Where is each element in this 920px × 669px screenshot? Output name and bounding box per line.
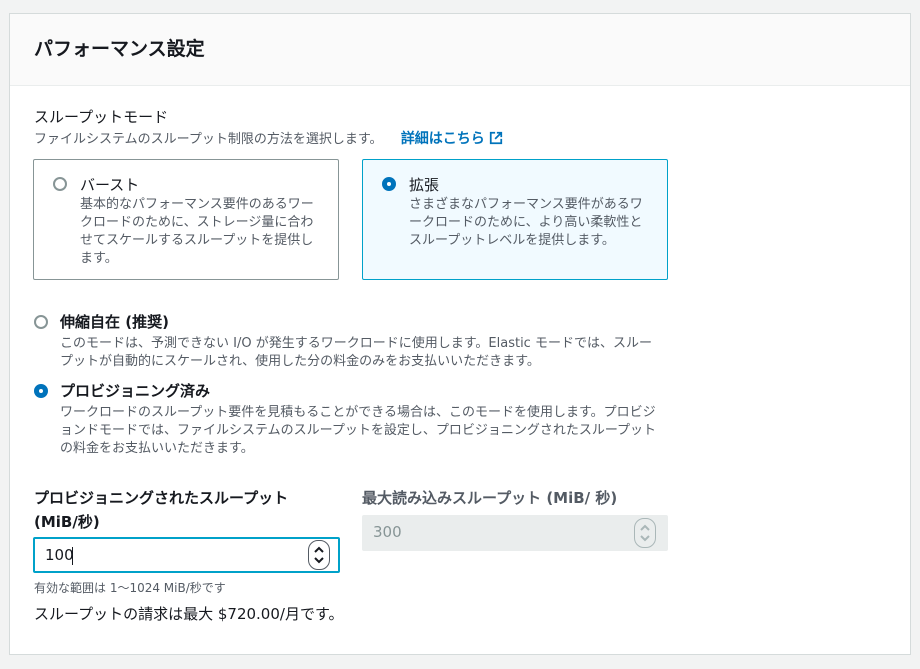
burst-title: バースト xyxy=(80,176,140,194)
elastic-title[interactable]: 伸縮自在 (推奨) xyxy=(60,311,169,332)
max-read-throughput-label: 最大読み込みスループット (MiB/ 秒) xyxy=(362,489,618,507)
chevron-up-icon xyxy=(640,524,650,531)
provisioned-throughput-label-line2: (MiB/秒) xyxy=(34,513,100,531)
enhanced-title: 拡張 xyxy=(409,176,440,194)
provisioned-throughput-stepper[interactable] xyxy=(308,540,330,570)
chevron-down-icon xyxy=(640,535,650,542)
chevron-down-icon[interactable] xyxy=(313,555,325,565)
provisioned-title[interactable]: プロビジョニング済み xyxy=(60,380,210,401)
provisioned-radio[interactable] xyxy=(34,384,48,398)
provisioned-throughput-value: 100 xyxy=(45,546,74,564)
throughput-tile-enhanced[interactable]: 拡張 さまざまなパフォーマンス要件があるワークロードのために、より高い柔軟性とス… xyxy=(362,159,668,280)
throughput-mode-description: ファイルシステムのスループット制限の方法を選択します。 詳細はこちら xyxy=(34,130,503,149)
enhanced-radio[interactable] xyxy=(382,177,396,191)
throughput-mode-label: スループットモード xyxy=(34,108,169,126)
billing-estimate: スループットの請求は最大 $720.00/月です。 xyxy=(34,605,344,623)
provisioned-description: ワークロードのスループット要件を見積もることができる場合は、このモードを使用しま… xyxy=(60,405,657,456)
elastic-radio[interactable] xyxy=(34,315,48,329)
panel-title: パフォーマンス設定 xyxy=(34,38,205,60)
provisioned-throughput-label-line1: プロビジョニングされたスループット xyxy=(34,489,289,507)
provisioned-throughput-input[interactable]: 100 xyxy=(33,537,340,573)
burst-radio[interactable] xyxy=(53,177,67,191)
learn-more-link-label: 詳細はこちら xyxy=(400,131,485,147)
elastic-description: このモードは、予測できない I/O が発生するワークロードに使用します。Elas… xyxy=(60,336,652,369)
chevron-up-icon[interactable] xyxy=(313,545,325,555)
burst-description: 基本的なパフォーマンス要件のあるワークロードのために、ストレージ量に合わせてスケ… xyxy=(80,197,314,266)
max-read-throughput-stepper xyxy=(634,518,656,548)
max-read-throughput-input: 300 xyxy=(362,515,668,551)
learn-more-link[interactable]: 詳細はこちら xyxy=(401,131,503,147)
throughput-mode-description-text: ファイルシステムのスループット制限の方法を選択します。 xyxy=(34,132,383,147)
max-read-throughput-value: 300 xyxy=(373,523,402,541)
provisioned-throughput-constraint: 有効な範囲は 1〜1024 MiB/秒です xyxy=(34,581,226,595)
panel-header: パフォーマンス設定 xyxy=(10,14,910,86)
enhanced-description: さまざまなパフォーマンス要件があるワークロードのために、より高い柔軟性とスループ… xyxy=(409,197,643,248)
performance-settings-panel: パフォーマンス設定 スループットモード ファイルシステムのスループット制限の方法… xyxy=(9,13,911,655)
external-link-icon xyxy=(489,131,502,145)
throughput-tile-burst[interactable]: バースト 基本的なパフォーマンス要件のあるワークロードのために、ストレージ量に合… xyxy=(33,159,339,280)
provisioned-throughput-label: プロビジョニングされたスループット (MiB/秒) xyxy=(34,486,288,534)
text-caret xyxy=(72,547,73,565)
